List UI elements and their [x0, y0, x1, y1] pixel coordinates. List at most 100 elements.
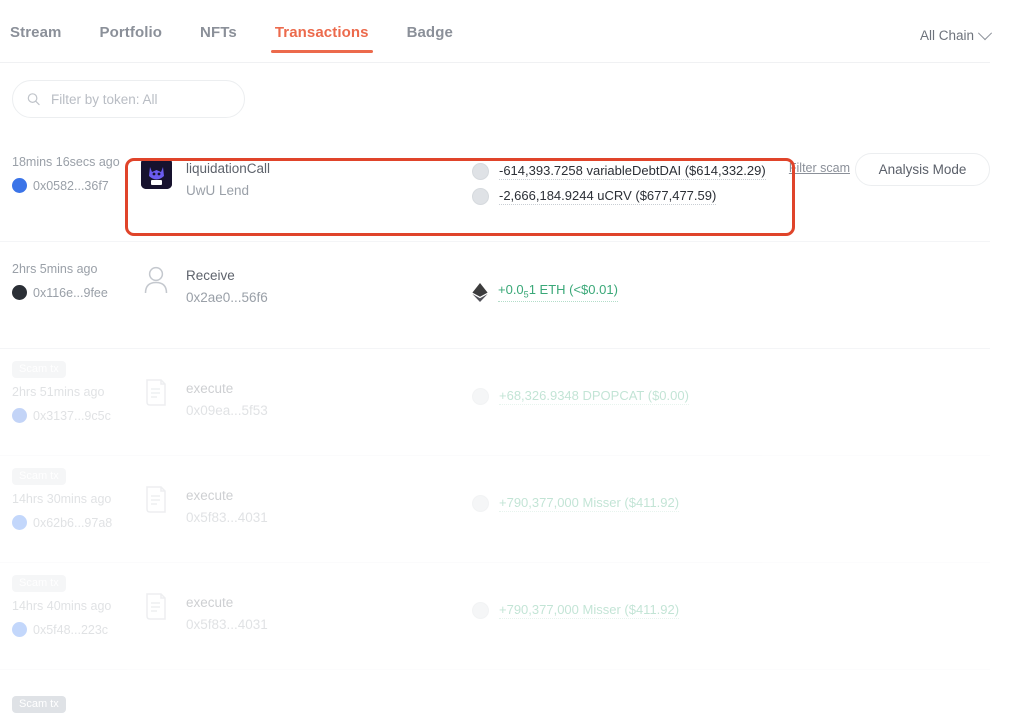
asset-amount[interactable]: -2,666,184.9244 uCRV ($677,477.59): [499, 188, 717, 205]
table-row[interactable]: Scam tx: [0, 670, 990, 713]
chain-filter-dropdown[interactable]: All Chain: [920, 25, 993, 43]
token-filter-box[interactable]: [12, 80, 245, 118]
tx-action-sub: 0x5f83...4031: [186, 617, 268, 632]
tx-action-text: liquidationCall UwU Lend: [186, 157, 270, 202]
table-row[interactable]: Scam tx 14hrs 40mins ago 0x5f48...223c e…: [0, 563, 990, 670]
tx-action-text: execute 0x5f83...4031: [186, 591, 268, 636]
tx-time-cell: Scam tx: [12, 694, 132, 720]
tx-hash-line[interactable]: 0x5f48...223c: [12, 622, 132, 637]
token-icon: [472, 162, 489, 180]
tx-hash[interactable]: 0x0582...36f7: [33, 179, 109, 193]
tx-assets-cell: +0.051 ETH (<$0.01): [472, 280, 618, 305]
status-badge: Scam tx: [12, 361, 66, 378]
blue-chain-icon: [12, 408, 27, 423]
tx-action-sub: UwU Lend: [186, 183, 250, 198]
tx-action-text: Receive 0x2ae0...56f6: [186, 264, 268, 309]
list-item[interactable]: +0.051 ETH (<$0.01): [472, 280, 618, 304]
status-badge: Scam tx: [12, 468, 66, 485]
tx-assets-cell: +790,377,000 Misser ($411.92): [472, 491, 680, 516]
tx-hash-line[interactable]: 0x62b6...97a8: [12, 515, 132, 530]
nav-tabs: Stream Portfolio NFTs Transactions Badge: [0, 0, 990, 53]
asset-amount[interactable]: -614,393.7258 variableDebtDAI ($614,332.…: [499, 163, 766, 180]
list-item[interactable]: +790,377,000 Misser ($411.92): [472, 598, 680, 622]
tx-time-cell: 18mins 16secs ago 0x0582...36f7: [12, 155, 132, 193]
search-input[interactable]: [49, 90, 230, 108]
tx-timestamp: 14hrs 40mins ago: [12, 599, 112, 613]
tx-hash-line[interactable]: 0x3137...9c5c: [12, 408, 132, 423]
tx-hash-line[interactable]: 0x116e...9fee: [12, 285, 132, 300]
tx-action-cell: execute 0x5f83...4031: [140, 484, 268, 529]
base-chain-icon: [12, 622, 27, 637]
tx-assets-cell: +68,326.9348 DPOPCAT ($0.00): [472, 384, 689, 409]
tx-hash[interactable]: 0x3137...9c5c: [33, 409, 111, 423]
eth-token-icon: [472, 282, 488, 302]
tx-time-cell: 2hrs 5mins ago 0x116e...9fee: [12, 262, 132, 300]
protocol-avatar: [140, 157, 172, 189]
tx-hash[interactable]: 0x62b6...97a8: [33, 516, 112, 530]
top-navigation: Stream Portfolio NFTs Transactions Badge…: [0, 0, 993, 63]
list-item[interactable]: +790,377,000 Misser ($411.92): [472, 491, 680, 515]
filter-toolbar: Filter scam Analysis Mode: [0, 63, 990, 186]
tab-transactions[interactable]: Transactions: [270, 24, 373, 53]
tx-action-cell: execute 0x09ea...5f53: [140, 377, 268, 422]
ethereum-chain-icon: [12, 285, 27, 300]
tx-time-cell: Scam tx 14hrs 30mins ago 0x62b6...97a8: [12, 466, 132, 530]
tx-action-name: execute: [186, 595, 234, 610]
tx-time-cell: Scam tx 14hrs 40mins ago 0x5f48...223c: [12, 573, 132, 637]
table-row[interactable]: 2hrs 5mins ago 0x116e...9fee Receive 0x2…: [0, 242, 990, 349]
tx-action-name: Receive: [186, 268, 235, 283]
asset-amount-prefix: +0.0: [498, 282, 524, 298]
tx-assets-cell: -614,393.7258 variableDebtDAI ($614,332.…: [472, 159, 766, 209]
tx-timestamp: 2hrs 51mins ago: [12, 385, 105, 399]
tab-nfts[interactable]: NFTs: [200, 24, 237, 53]
tx-action-name: liquidationCall: [186, 161, 271, 176]
contract-icon: [140, 591, 172, 623]
ethereum-chain-icon: [12, 178, 27, 193]
contract-glyph: [146, 379, 166, 406]
status-badge: Scam tx: [12, 696, 66, 713]
tx-action-sub: 0x09ea...5f53: [186, 403, 268, 418]
tx-action-text: execute 0x5f83...4031: [186, 484, 268, 529]
token-icon: [472, 387, 489, 405]
tx-hash-line[interactable]: 0x0582...36f7: [12, 178, 132, 193]
asset-amount[interactable]: +790,377,000 Misser ($411.92): [499, 495, 680, 512]
search-icon: [27, 93, 40, 106]
list-item[interactable]: -2,666,184.9244 uCRV ($677,477.59): [472, 184, 766, 208]
contract-icon: [140, 484, 172, 516]
uwu-lend-logo: [140, 157, 172, 189]
list-item[interactable]: -614,393.7258 variableDebtDAI ($614,332.…: [472, 159, 766, 183]
table-row[interactable]: Scam tx 14hrs 30mins ago 0x62b6...97a8 e…: [0, 456, 990, 563]
tx-hash[interactable]: 0x5f48...223c: [33, 623, 108, 637]
uwu-lend-glyph: [140, 157, 172, 189]
person-glyph: [144, 266, 168, 294]
tx-action-sub: 0x5f83...4031: [186, 510, 268, 525]
tx-action-sub: 0x2ae0...56f6: [186, 290, 268, 305]
tx-action-text: execute 0x09ea...5f53: [186, 377, 268, 422]
asset-amount[interactable]: +0.051 ETH (<$0.01): [498, 282, 618, 302]
tx-hash[interactable]: 0x116e...9fee: [33, 286, 108, 300]
tx-action-cell: Receive 0x2ae0...56f6: [140, 264, 268, 309]
asset-amount[interactable]: +790,377,000 Misser ($411.92): [499, 602, 680, 619]
token-icon: [472, 494, 489, 512]
tx-timestamp: 14hrs 30mins ago: [12, 492, 112, 506]
table-row[interactable]: Scam tx 2hrs 51mins ago 0x3137...9c5c ex…: [0, 349, 990, 456]
token-icon: [472, 601, 489, 619]
tx-timestamp: 2hrs 5mins ago: [12, 262, 98, 276]
asset-amount[interactable]: +68,326.9348 DPOPCAT ($0.00): [499, 388, 689, 405]
tx-timestamp: 18mins 16secs ago: [12, 155, 120, 169]
tab-portfolio[interactable]: Portfolio: [99, 24, 162, 53]
table-row[interactable]: 18mins 16secs ago 0x0582...36f7 liquidat…: [0, 135, 990, 242]
list-item[interactable]: +68,326.9348 DPOPCAT ($0.00): [472, 384, 689, 408]
tx-action-name: execute: [186, 381, 234, 396]
base-chain-icon: [12, 515, 27, 530]
tx-time-cell: Scam tx 2hrs 51mins ago 0x3137...9c5c: [12, 359, 132, 423]
chevron-down-icon: [977, 25, 993, 40]
person-icon: [140, 264, 172, 296]
tab-stream[interactable]: Stream: [10, 24, 61, 53]
tx-action-cell: execute 0x5f83...4031: [140, 591, 268, 636]
tx-action-cell: liquidationCall UwU Lend: [140, 157, 270, 202]
tab-badge[interactable]: Badge: [407, 24, 453, 53]
status-badge: Scam tx: [12, 575, 66, 592]
tx-assets-cell: +790,377,000 Misser ($411.92): [472, 598, 680, 623]
transaction-list: 18mins 16secs ago 0x0582...36f7 liquidat…: [0, 135, 990, 713]
